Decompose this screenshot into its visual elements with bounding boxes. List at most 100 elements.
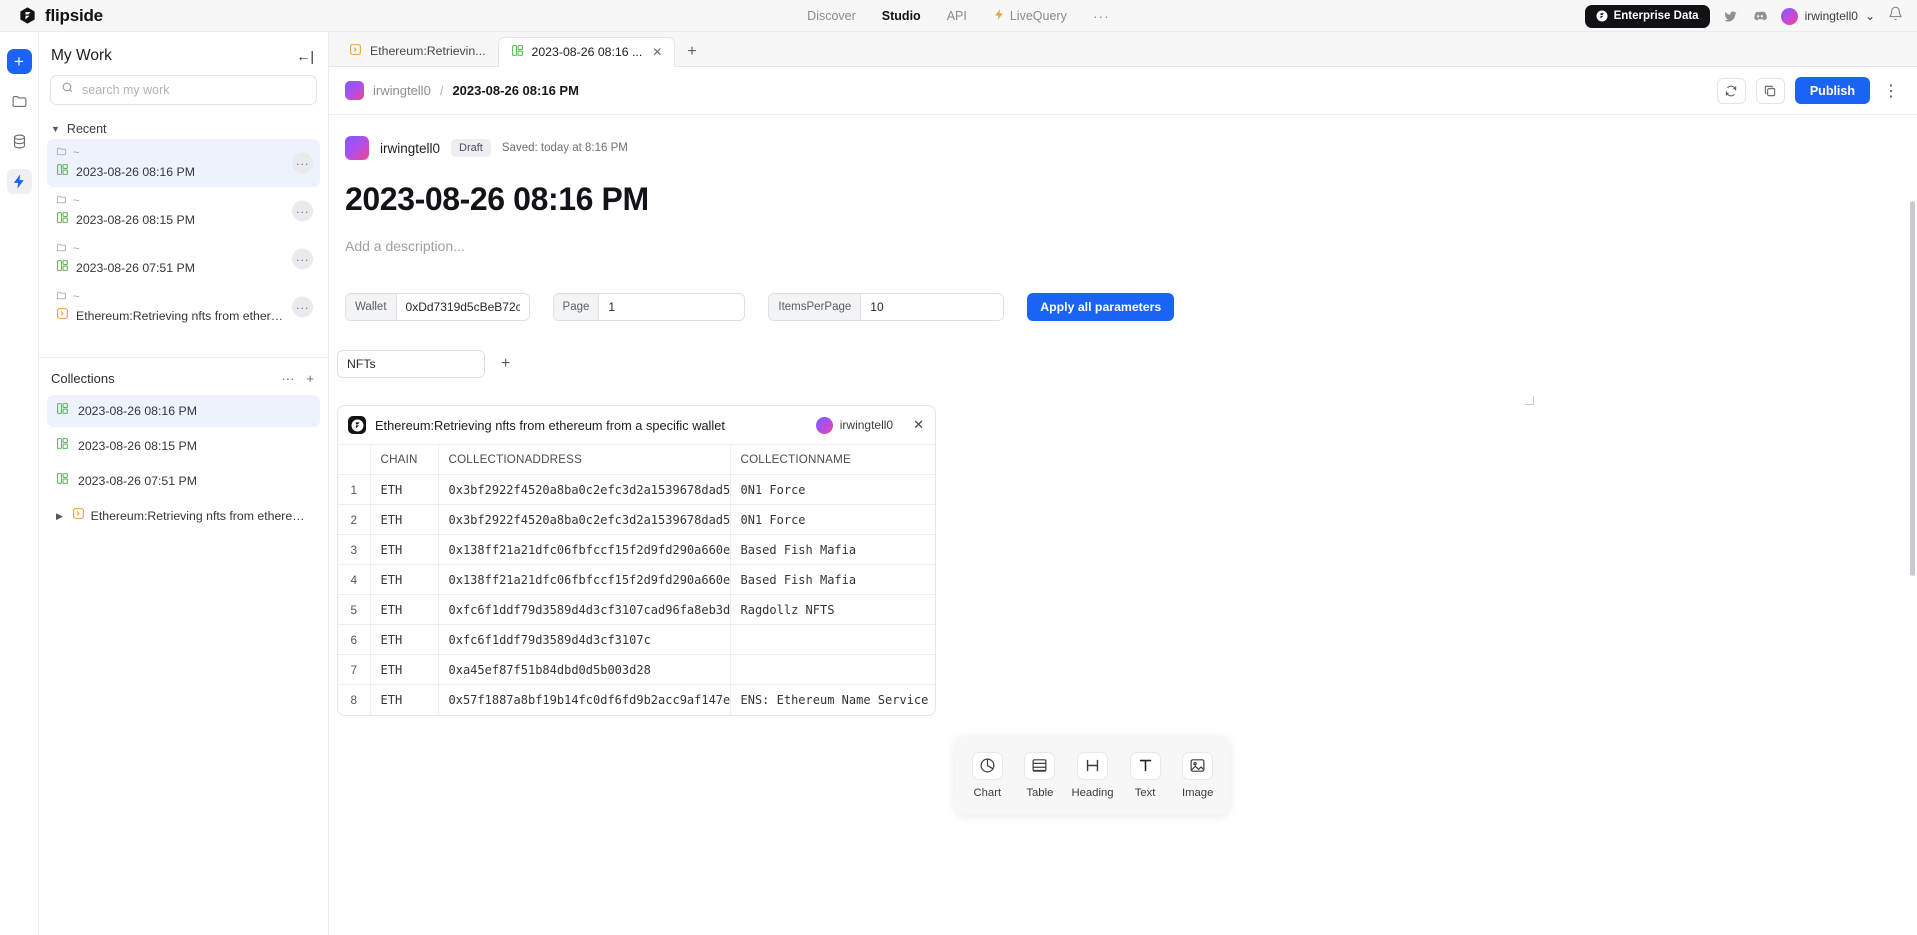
publish-button[interactable]: Publish: [1794, 77, 1870, 104]
dashboard-icon: [511, 44, 524, 60]
insert-chart-button[interactable]: Chart: [962, 751, 1012, 799]
sync-icon[interactable]: [1716, 77, 1746, 104]
collection-item-label: 2023-08-26 08:15 PM: [78, 439, 197, 453]
collection-item[interactable]: 2023-08-26 07:51 PM: [47, 465, 320, 497]
parameter-page[interactable]: Page: [552, 293, 746, 321]
col-collectionaddress[interactable]: COLLECTIONADDRESS: [438, 444, 731, 475]
nav-livequery-label: LiveQuery: [1009, 8, 1067, 23]
tab-query[interactable]: Ethereum:Retrievin...: [337, 36, 498, 66]
collection-item-label: 2023-08-26 07:51 PM: [78, 474, 197, 488]
document-title[interactable]: 2023-08-26 08:16 PM: [329, 163, 1917, 218]
recent-item[interactable]: ~ 2023-08-26 08:15 PM ···: [47, 187, 320, 235]
cell-address: 0xfc6f1ddf79d3589d4d3cf3107c: [438, 624, 731, 655]
discord-icon[interactable]: [1752, 8, 1768, 24]
breadcrumb-user[interactable]: irwingtell0: [373, 83, 431, 98]
recent-item-parent-label: ~: [73, 243, 80, 255]
recent-section-header[interactable]: ▼ Recent: [39, 105, 328, 139]
row-menu-icon[interactable]: ···: [292, 296, 313, 318]
insert-table-button[interactable]: Table: [1015, 751, 1065, 799]
document-body: irwingtell0 Draft Saved: today at 8:16 P…: [329, 115, 1917, 716]
add-collection-icon[interactable]: +: [306, 371, 314, 386]
results-table: CHAIN COLLECTIONADDRESS COLLECTIONNAME C…: [338, 444, 936, 715]
recent-item[interactable]: ~ Ethereum:Retrieving nfts from ethereum…: [47, 283, 320, 331]
cell-address: 0x138ff21a21dfc06fbfccf15f2d9fd290a660e1…: [438, 534, 731, 565]
nav-overflow-icon[interactable]: ···: [1093, 8, 1110, 24]
duplicate-icon[interactable]: [1755, 77, 1785, 104]
tab-dashboard[interactable]: 2023-08-26 08:16 ... ✕: [497, 37, 676, 67]
close-icon[interactable]: ✕: [913, 417, 924, 433]
lightning-icon: [993, 8, 1006, 24]
cell-name: 0N1 Force: [730, 504, 935, 535]
collection-item[interactable]: ▶ Ethereum:Retrieving nfts from ethereum…: [47, 500, 320, 532]
close-icon[interactable]: ✕: [652, 45, 662, 59]
avatar: [1780, 7, 1798, 25]
user-menu[interactable]: irwingtell0 ⌄: [1780, 7, 1875, 25]
collection-item[interactable]: 2023-08-26 08:16 PM: [47, 395, 320, 427]
recent-item-main: Ethereum:Retrieving nfts from ethereum f…: [56, 307, 311, 325]
vertical-scrollbar[interactable]: [1910, 201, 1915, 576]
cell-address: 0xa45ef87f51b84dbd0d5b003d28: [438, 654, 731, 685]
row-menu-icon[interactable]: ···: [292, 152, 313, 174]
more-options-icon[interactable]: ⋮: [1880, 81, 1903, 101]
table-row[interactable]: 6 ETH 0xfc6f1ddf79d3589d4d3cf3107c: [338, 624, 935, 655]
resize-handle[interactable]: [1525, 396, 1534, 405]
search-box[interactable]: [50, 75, 317, 105]
parameter-items-per-page[interactable]: ItemsPerPage: [768, 293, 1005, 321]
table-row[interactable]: 3 ETH 0x138ff21a21dfc06fbfccf15f2d9fd290…: [338, 534, 935, 565]
collections-menu-icon[interactable]: ···: [281, 371, 294, 386]
collapse-left-icon[interactable]: ←|: [296, 48, 314, 64]
recent-label: Recent: [66, 122, 107, 136]
wallet-input[interactable]: [396, 294, 529, 320]
table-row[interactable]: 8 ETH 0x57f1887a8bf19b14fc0df6fd9b2acc9a…: [338, 684, 935, 715]
document-description-input[interactable]: Add a description...: [329, 218, 1917, 254]
enterprise-data-button[interactable]: Enterprise Data: [1584, 4, 1710, 28]
insert-heading-button[interactable]: Heading: [1067, 751, 1117, 799]
row-index: 6: [338, 624, 371, 655]
col-cc[interactable]: CO: [935, 445, 936, 475]
table-row[interactable]: 7 ETH 0xa45ef87f51b84dbd0d5b003d28: [338, 654, 935, 685]
cell-cc: 14: [935, 505, 936, 535]
items-per-page-input[interactable]: [861, 294, 1004, 320]
add-chip-icon[interactable]: +: [501, 355, 510, 373]
new-item-button[interactable]: +: [6, 49, 32, 74]
database-icon[interactable]: [7, 129, 32, 154]
insert-text-button[interactable]: Text: [1120, 751, 1170, 799]
query-icon: [72, 507, 85, 525]
recent-item[interactable]: ~ 2023-08-26 07:51 PM ···: [47, 235, 320, 283]
bell-icon[interactable]: [1888, 6, 1903, 26]
chevron-right-icon[interactable]: ▶: [56, 511, 66, 522]
new-tab-button[interactable]: +: [675, 43, 708, 61]
recent-item-parent: ~: [56, 144, 311, 162]
apply-all-parameters-button[interactable]: Apply all parameters: [1027, 293, 1175, 321]
breadcrumb-document: 2023-08-26 08:16 PM: [452, 83, 579, 98]
page-input[interactable]: [599, 294, 745, 320]
insert-image-button[interactable]: Image: [1173, 751, 1223, 799]
row-index: 3: [338, 534, 371, 565]
table-row[interactable]: 1 ETH 0x3bf2922f4520a8ba0c2efc3d2a153967…: [338, 474, 935, 505]
row-menu-icon[interactable]: ···: [292, 248, 313, 270]
lightning-icon[interactable]: [6, 169, 32, 194]
col-chain[interactable]: CHAIN: [370, 444, 439, 475]
chip-nfts[interactable]: NFTs: [337, 350, 485, 378]
twitter-icon[interactable]: [1723, 8, 1739, 24]
folder-icon[interactable]: [7, 89, 32, 114]
parameter-wallet[interactable]: Wallet: [345, 293, 530, 321]
insert-heading-label: Heading: [1071, 786, 1114, 799]
image-icon: [1182, 751, 1214, 780]
query-icon: [349, 43, 362, 59]
user-name: irwingtell0: [1804, 9, 1858, 23]
recent-item[interactable]: ~ 2023-08-26 08:16 PM ···: [47, 139, 320, 187]
row-menu-icon[interactable]: ···: [292, 200, 313, 222]
nav-studio[interactable]: Studio: [882, 9, 921, 23]
search-input[interactable]: [82, 83, 306, 97]
cell-address: 0x3bf2922f4520a8ba0c2efc3d2a1539678dad5e…: [438, 474, 731, 505]
table-row[interactable]: 4 ETH 0x138ff21a21dfc06fbfccf15f2d9fd290…: [338, 564, 935, 595]
nav-discover[interactable]: Discover: [807, 9, 856, 23]
table-row[interactable]: 2 ETH 0x3bf2922f4520a8ba0c2efc3d2a153967…: [338, 504, 936, 535]
nav-livequery[interactable]: LiveQuery: [993, 8, 1067, 24]
nav-api[interactable]: API: [947, 9, 967, 23]
dashboard-icon: [56, 259, 69, 277]
table-row[interactable]: 5 ETH 0xfc6f1ddf79d3589d4d3cf3107cad96fa…: [338, 594, 935, 625]
col-collectionname[interactable]: COLLECTIONNAME: [730, 444, 935, 475]
collection-item[interactable]: 2023-08-26 08:15 PM: [47, 430, 320, 462]
